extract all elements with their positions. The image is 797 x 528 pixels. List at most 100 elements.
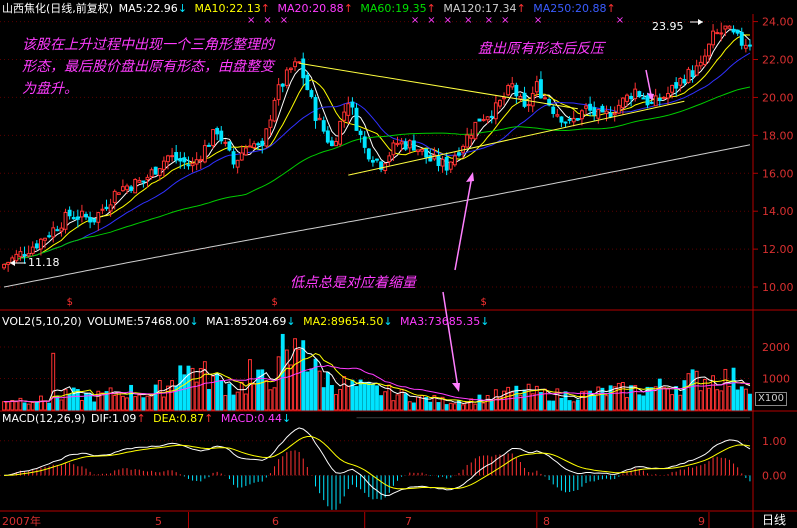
candle-body xyxy=(731,28,736,33)
volume-bar xyxy=(694,370,699,411)
candle-body xyxy=(637,91,642,97)
volume-bar xyxy=(272,387,277,411)
candle-body xyxy=(145,176,150,181)
candle-body xyxy=(30,246,35,254)
candle-body xyxy=(498,99,502,107)
candle-body xyxy=(18,251,23,258)
volume-bar xyxy=(157,380,162,411)
candle xyxy=(264,128,269,148)
volume-bar xyxy=(571,401,576,411)
candle-body xyxy=(280,83,285,87)
candle-body xyxy=(657,97,662,101)
volume-bar xyxy=(469,398,474,411)
candle-body xyxy=(346,103,351,116)
candle-body xyxy=(645,95,650,106)
candle-body xyxy=(436,155,441,166)
candle-body xyxy=(596,109,601,119)
candle-body xyxy=(198,159,203,162)
candle-body xyxy=(530,92,535,107)
candle-body xyxy=(166,155,170,163)
candle-body xyxy=(170,155,175,158)
vol-ma2-label: MA2:89654.50 xyxy=(303,315,384,328)
candle-body xyxy=(625,94,629,102)
candle xyxy=(153,166,158,175)
volume-bar xyxy=(166,385,170,411)
x-tick-label: 2007年 xyxy=(2,514,41,528)
volume-bar xyxy=(256,369,261,411)
price-tick-label: 24.00 xyxy=(762,16,794,29)
volume-bar xyxy=(120,395,125,411)
candle-body xyxy=(465,134,470,148)
period-label[interactable]: 日线 xyxy=(762,513,786,527)
candle-body xyxy=(485,116,490,121)
candle-body xyxy=(67,209,72,217)
event-marker: × xyxy=(280,15,288,26)
volume-bar xyxy=(161,396,166,411)
volume-bar xyxy=(485,395,490,411)
volume-bar xyxy=(207,388,211,411)
volume-value: VOLUME:57468.00 xyxy=(87,315,190,328)
candle-body xyxy=(88,216,93,223)
candle-body xyxy=(715,32,720,35)
candle-body xyxy=(633,88,638,100)
candle-body xyxy=(71,217,76,220)
volume-bar xyxy=(125,397,129,411)
candle-body xyxy=(264,128,269,147)
volume-bar xyxy=(153,384,158,411)
volume-bar xyxy=(309,368,314,411)
ma250-label: MA250:20.88 xyxy=(533,2,607,15)
event-marker: × xyxy=(427,15,435,26)
candle xyxy=(211,129,216,149)
volume-bar xyxy=(428,401,433,411)
candle-body xyxy=(502,96,506,100)
volume-bar xyxy=(305,371,310,411)
volume-bar xyxy=(489,399,494,411)
candle-body xyxy=(387,155,392,163)
volume-bar xyxy=(346,385,351,411)
volume-bar xyxy=(461,404,465,411)
volume-bar xyxy=(18,397,23,411)
candle-body xyxy=(395,142,400,146)
candle-body xyxy=(403,141,408,150)
price-tick-label: 16.00 xyxy=(762,167,794,180)
candle-body xyxy=(84,213,88,218)
candle-body xyxy=(231,151,236,165)
volume-bar xyxy=(227,383,232,411)
volume-bar xyxy=(129,384,134,411)
x-tick-label: 7 xyxy=(405,515,412,528)
candle-body xyxy=(51,227,56,238)
candle-body xyxy=(350,101,355,108)
candle xyxy=(227,141,232,152)
volume-bar xyxy=(26,403,31,411)
candle-body xyxy=(424,148,429,158)
candle-body xyxy=(186,164,191,167)
volume-bar xyxy=(526,383,531,411)
volume-bar xyxy=(141,397,146,411)
volume-bar xyxy=(10,399,15,411)
volume-bar xyxy=(149,393,154,411)
candle-body xyxy=(161,160,166,170)
price-tick-label: 20.00 xyxy=(762,91,794,104)
volume-bar xyxy=(366,381,371,411)
candle-body xyxy=(575,118,580,121)
volume-bar xyxy=(473,403,478,411)
volume-bar xyxy=(604,395,609,411)
candle-body xyxy=(108,204,113,212)
volume-bar xyxy=(108,387,113,411)
volume-bar xyxy=(743,388,748,411)
candle-body xyxy=(616,104,621,114)
volume-bar xyxy=(674,386,679,411)
candle-body xyxy=(370,159,375,163)
volume-bar xyxy=(600,387,605,411)
candle xyxy=(116,192,121,195)
volume-annotation: 低点总是对应着缩量 xyxy=(290,275,416,291)
candle-body xyxy=(305,74,310,91)
candle-body xyxy=(75,216,80,220)
macd-indicator-label: MACD(12,26,9) xyxy=(2,412,86,425)
volume-bar xyxy=(231,394,236,411)
volume-bar xyxy=(47,402,52,411)
candle-body xyxy=(248,145,252,148)
volume-bar xyxy=(739,386,744,411)
candle-body xyxy=(59,227,64,232)
volume-bar xyxy=(395,394,400,411)
